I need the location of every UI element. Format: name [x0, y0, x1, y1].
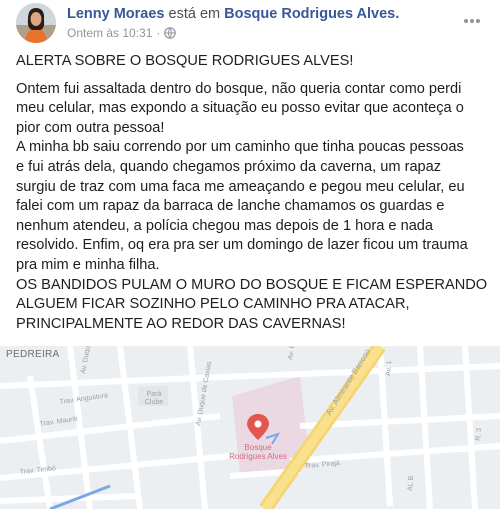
pin-label: Bosque — [244, 443, 272, 452]
post-line: OS BANDIDOS PULAM O MURO DO BOSQUE E FIC… — [16, 276, 488, 293]
meta-separator: · — [156, 26, 161, 40]
pin-label: Rodrigues Alves — [229, 452, 287, 461]
post-line: meu celular, mas expondo a situação eu p… — [16, 100, 464, 117]
post-line: surgiu de traz com uma faca me ameaçando… — [16, 178, 465, 195]
post-line: nenhum atendeu, a polícia chegou mas dep… — [16, 217, 434, 234]
post-line: Ontem fui assaltada dentro do bosque, nã… — [16, 80, 462, 97]
post-line: PRINCIPALMENTE AO REDOR DAS CAVERNAS! — [16, 315, 346, 332]
author-verb: está em — [168, 6, 221, 22]
author-name-link[interactable]: Lenny Moraes — [67, 6, 165, 22]
post-line: A minha bb saiu correndo por um caminho … — [16, 139, 464, 156]
post-text: ALERTA SOBRE O BOSQUE RODRIGUES ALVES! O… — [16, 52, 491, 334]
map-canvas: Pará Clube PEDREIRA Av. Duque de Caxias … — [0, 346, 500, 509]
more-horizontal-icon — [463, 11, 481, 29]
post-header: Lenny Moraes está em Bosque Rodrigues Al… — [0, 0, 500, 46]
poi-label: Pará — [147, 391, 162, 398]
avatar-image — [16, 3, 56, 43]
avatar[interactable] — [16, 3, 56, 43]
post-line: resolvido. Enfim, oq era pra ser um domi… — [16, 237, 468, 254]
post-line: ALERTA SOBRE O BOSQUE RODRIGUES ALVES! — [16, 53, 354, 69]
street-label: Av. 1 — [385, 360, 393, 376]
street-label: R. 3 — [475, 428, 483, 442]
street-label: AL B — [407, 475, 415, 491]
timestamp-link[interactable]: Ontem às 10:31 — [67, 26, 152, 40]
globe-icon[interactable] — [164, 27, 177, 39]
post-line: pior com outra pessoa! — [16, 119, 165, 136]
more-options-button[interactable] — [460, 10, 484, 30]
post-line: pra mim e minha filha. — [16, 256, 160, 273]
author-line: Lenny Moraes está em Bosque Rodrigues Al… — [67, 6, 399, 22]
neighborhood-label: PEDREIRA — [6, 349, 60, 360]
poi-label: Clube — [145, 399, 163, 406]
post-line: e fui atrás dela, quando chegamos próxim… — [16, 158, 442, 175]
post-line: falei com um rapaz da barraca de lanche … — [16, 198, 445, 215]
location-map[interactable]: Pará Clube PEDREIRA Av. Duque de Caxias … — [0, 346, 500, 509]
post-line: ALGUEM FICAR SOZINHO PELO CAMINHO PRA AT… — [16, 296, 410, 313]
place-link[interactable]: Bosque Rodrigues Alves. — [224, 6, 399, 22]
post-meta: Ontem às 10:31 · — [67, 26, 177, 40]
